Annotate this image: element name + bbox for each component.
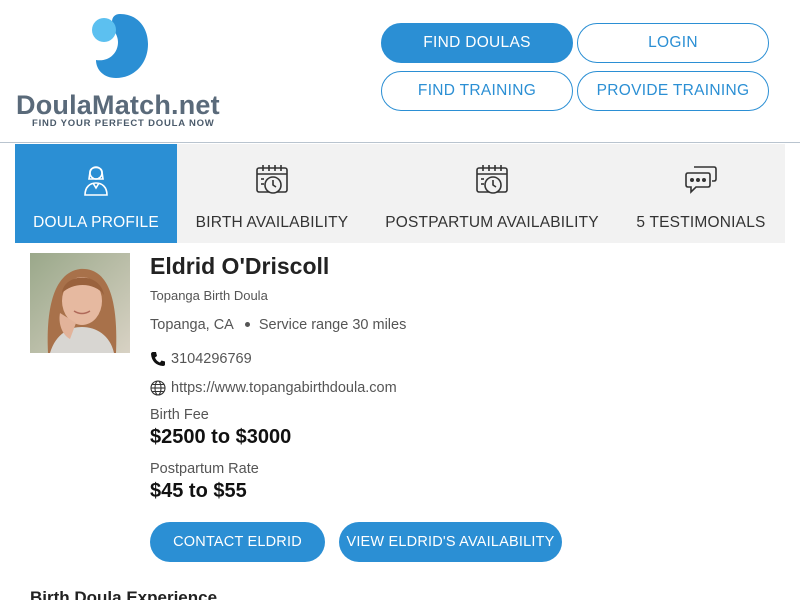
view-availability-button[interactable]: VIEW ELDRID'S AVAILABILITY: [339, 522, 562, 562]
chat-bubbles-icon: [683, 162, 719, 198]
location-row: Topanga, CA Service range 30 miles: [150, 317, 406, 333]
website-link[interactable]: https://www.topangabirthdoula.com: [171, 380, 397, 396]
find-training-button[interactable]: FIND TRAINING: [381, 71, 573, 111]
separator-dot: [244, 321, 250, 327]
contact-doula-button[interactable]: CONTACT ELDRID: [150, 522, 325, 562]
doula-person-icon: [78, 162, 114, 198]
phone-number[interactable]: 3104296769: [171, 351, 252, 367]
tab-label: DOULA PROFILE: [33, 214, 159, 231]
globe-icon: [150, 380, 166, 396]
website-row[interactable]: https://www.topangabirthdoula.com: [150, 380, 397, 396]
calendar-clock-icon: [474, 162, 510, 198]
login-button[interactable]: LOGIN: [577, 23, 769, 63]
doula-name: Eldrid O'Driscoll: [150, 253, 330, 279]
phone-row[interactable]: 3104296769: [150, 351, 252, 367]
doula-subtitle: Topanga Birth Doula: [150, 288, 268, 303]
find-doulas-button[interactable]: FIND DOULAS: [381, 23, 573, 63]
provide-training-button[interactable]: PROVIDE TRAINING: [577, 71, 769, 111]
phone-icon: [150, 351, 166, 367]
tab-postpartum-availability[interactable]: POSTPARTUM AVAILABILITY: [367, 144, 617, 243]
logo-wordmark: DoulaMatch.net: [16, 90, 220, 120]
postpartum-rate-label: Postpartum Rate: [150, 461, 259, 477]
site-header: DoulaMatch.net FIND YOUR PERFECT DOULA N…: [0, 0, 800, 143]
location-text: Topanga, CA: [150, 317, 234, 333]
service-range-text: Service range 30 miles: [258, 317, 407, 333]
tab-testimonials[interactable]: 5 TESTIMONIALS: [617, 144, 785, 243]
tab-doula-profile[interactable]: DOULA PROFILE: [15, 144, 177, 243]
birth-fee-label: Birth Fee: [150, 407, 209, 423]
site-logo[interactable]: DoulaMatch.net FIND YOUR PERFECT DOULA N…: [16, 10, 226, 135]
logo-tagline: FIND YOUR PERFECT DOULA NOW: [32, 118, 215, 129]
doula-photo: [30, 253, 130, 353]
logo-mark-icon: [92, 14, 148, 78]
tab-birth-availability[interactable]: BIRTH AVAILABILITY: [177, 144, 367, 243]
profile-tabs: DOULA PROFILE BIRTH AVAILABILITY POSTPAR…: [15, 144, 785, 243]
tab-label: 5 TESTIMONIALS: [636, 214, 766, 231]
tab-label: BIRTH AVAILABILITY: [195, 214, 349, 231]
postpartum-rate-value: $45 to $55: [150, 480, 247, 502]
tab-label: POSTPARTUM AVAILABILITY: [385, 214, 599, 231]
birth-fee-value: $2500 to $3000: [150, 426, 292, 448]
calendar-clock-icon: [254, 162, 290, 198]
experience-heading: Birth Doula Experience: [30, 588, 218, 600]
